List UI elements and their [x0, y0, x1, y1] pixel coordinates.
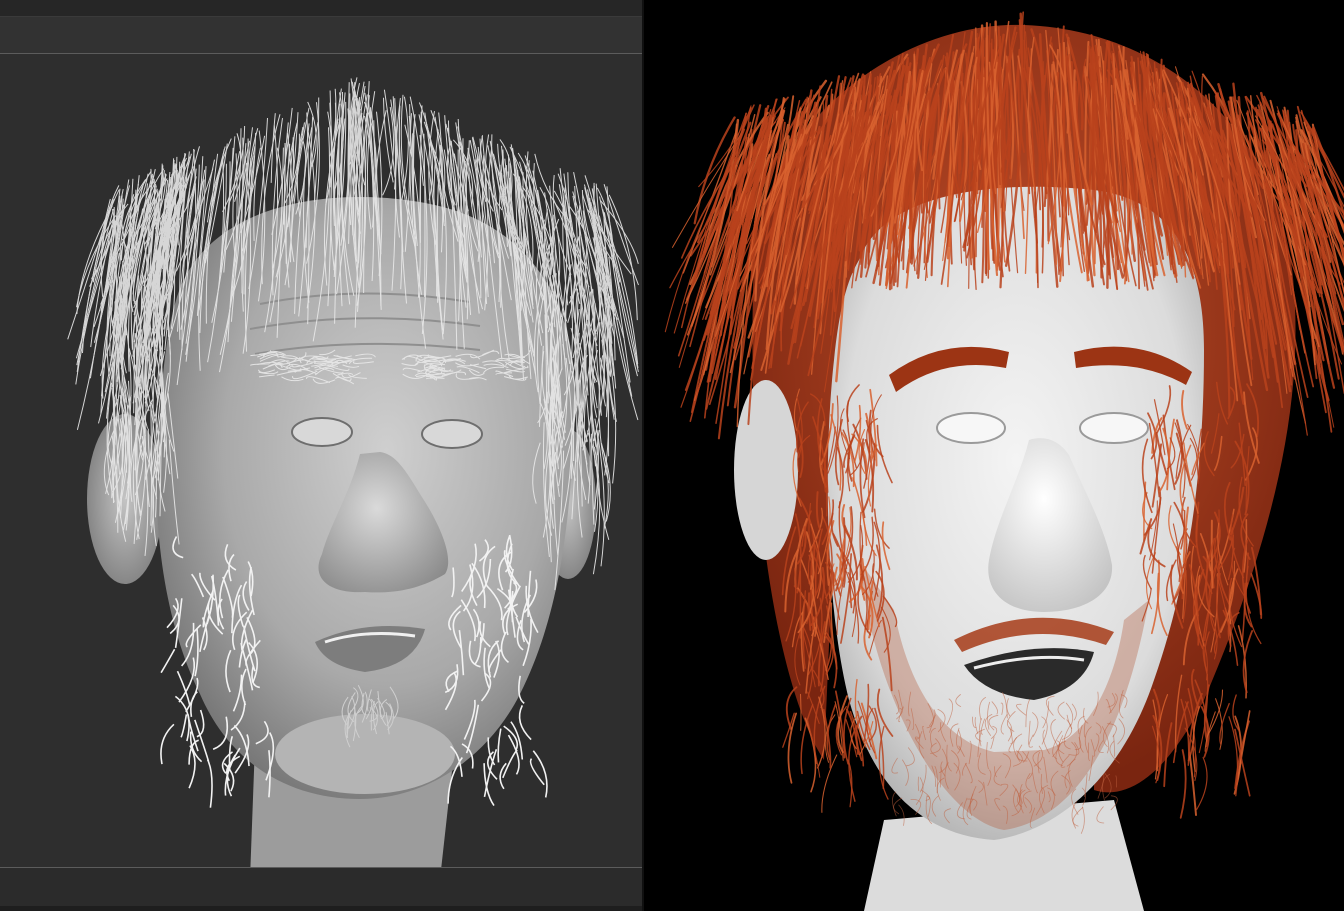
hair-strand	[1219, 702, 1230, 745]
hair-strand	[425, 375, 443, 378]
hair-strand	[1210, 519, 1214, 589]
hair-strand	[518, 705, 532, 741]
hair-strand	[497, 728, 502, 763]
hair-strand	[826, 703, 837, 761]
hair-strand	[1179, 749, 1187, 819]
status-strip	[0, 906, 642, 911]
hair-strand	[196, 709, 205, 738]
render-eye-right	[1079, 412, 1149, 444]
hair-strand	[1242, 630, 1254, 694]
hair-strand	[837, 695, 848, 754]
sculpt-canvas[interactable]	[0, 54, 642, 867]
hair-strand	[190, 691, 198, 718]
hair-strand	[160, 648, 176, 674]
hair-strand	[180, 714, 188, 738]
render-preview-panel	[644, 0, 1344, 911]
hair-strand	[608, 336, 610, 457]
clay-chin	[275, 714, 455, 794]
top-shelf	[0, 0, 642, 17]
hair-strand	[160, 723, 175, 765]
hair-strand	[799, 693, 802, 731]
hair-strand	[599, 357, 609, 476]
rendered-head-model	[664, 11, 1344, 911]
hair-strand	[1215, 698, 1223, 750]
viewport-bottom-bar	[0, 867, 642, 911]
hair-strand	[383, 97, 394, 183]
viewport-toolbar[interactable]	[0, 17, 642, 54]
clay-eye-left	[291, 417, 353, 447]
render-eye-left	[936, 412, 1006, 444]
hair-strand	[206, 759, 213, 808]
hair-strand	[529, 758, 545, 786]
hair-strand	[1196, 756, 1208, 811]
render-ear-left	[734, 380, 798, 560]
clay-head-model	[67, 77, 639, 867]
hair-strand	[821, 754, 838, 813]
sculpt-viewport-panel	[0, 0, 642, 911]
clay-eye-right	[421, 419, 483, 449]
